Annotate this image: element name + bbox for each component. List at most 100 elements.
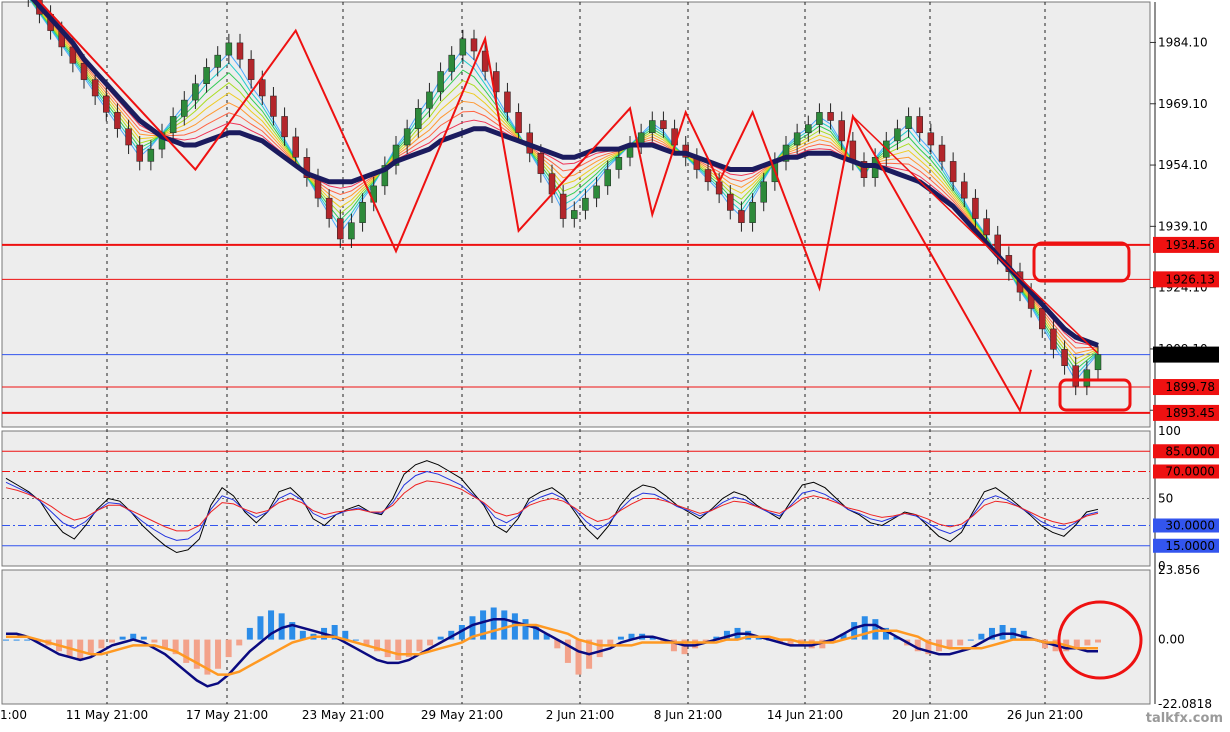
macd-histogram-bar [617, 636, 624, 640]
macd-histogram-bar [861, 616, 868, 640]
candle-body [515, 112, 522, 134]
candle-body [181, 99, 188, 117]
macd-histogram-bar [501, 610, 508, 640]
candle-body [437, 71, 444, 93]
x-tick-label: 14 Jun 21:00 [767, 708, 843, 722]
candle-body [916, 116, 923, 134]
candle-body [905, 116, 912, 129]
watermark-text: talkfx.com [1146, 711, 1223, 726]
macd-histogram-bar [872, 619, 879, 640]
macd-tick-label: -22.0818 [1158, 697, 1212, 711]
x-tick-label: 11 May 21:00 [66, 708, 148, 722]
candle-body [192, 83, 199, 101]
candle-body [1061, 349, 1068, 366]
candle-body [1050, 328, 1057, 350]
x-tick-label: 26 Jun 21:00 [1007, 708, 1083, 722]
candle-body [604, 169, 611, 187]
candle-body [504, 91, 511, 113]
osc-level-label: 15.0000 [1165, 539, 1215, 553]
candle-body [593, 185, 600, 199]
macd-histogram-bar [87, 639, 94, 655]
macd-tick-label: 0.00 [1158, 633, 1185, 647]
osc-level-label: 70.0000 [1165, 465, 1215, 479]
osc-level-label: 85.0000 [1165, 444, 1215, 458]
candle-body [114, 112, 121, 129]
macd-histogram-bar [957, 639, 964, 646]
candle-body [426, 91, 433, 109]
x-tick-label: 29 May 21:00 [421, 708, 503, 722]
price-level-label: 1926.13 [1165, 272, 1215, 286]
candle-body [938, 144, 946, 162]
candle-body [270, 95, 277, 117]
candle-body [136, 144, 143, 162]
y-tick-label: 1969.10 [1158, 97, 1208, 111]
x-tick-label: 8 Jun 21:00 [654, 708, 723, 722]
candle-body [615, 157, 623, 170]
candle-body [403, 128, 411, 146]
macd-histogram-bar [24, 639, 31, 641]
x-tick-label: 23 May 21:00 [302, 708, 384, 722]
macd-histogram-bar [119, 636, 126, 640]
candle-body [894, 128, 901, 142]
macd-histogram-bar [236, 639, 243, 646]
candle-body [325, 197, 333, 219]
x-tick-label: 1:00 [0, 708, 27, 722]
candle-body [236, 42, 244, 60]
macd-histogram-bar [3, 639, 9, 641]
macd-histogram-bar [596, 639, 603, 658]
candle-body [582, 197, 589, 211]
candle-body [80, 63, 88, 80]
candle-body [448, 54, 455, 72]
macd-histogram-bar [416, 639, 423, 652]
candle-body [727, 193, 734, 211]
candle-body [961, 181, 968, 199]
candle-body [359, 201, 366, 223]
candle-body [738, 210, 745, 223]
osc-tick-label: 100 [1158, 424, 1181, 438]
candle-body [749, 201, 756, 223]
macd-histogram-bar [1084, 639, 1091, 646]
macd-histogram-bar [522, 619, 529, 640]
candle-body [704, 169, 712, 183]
candle-body [125, 128, 132, 146]
macd-tick-label: 23.856 [1158, 563, 1200, 577]
y-tick-label: 1939.10 [1158, 219, 1208, 233]
macd-histogram-bar [246, 627, 253, 640]
candle-body [571, 210, 578, 219]
candle-body [1094, 354, 1102, 371]
macd-histogram-bar [257, 616, 264, 640]
candle-body [949, 161, 957, 183]
candle-body [760, 181, 767, 203]
macd-histogram-bar [575, 639, 582, 675]
macd-histogram-bar [395, 639, 402, 661]
macd-histogram-bar [140, 636, 147, 640]
macd-histogram-bar [437, 636, 444, 640]
candle-body [470, 38, 478, 52]
price-level-label: 1907.72 [1165, 348, 1215, 362]
price-level-label: 1893.45 [1165, 406, 1215, 420]
candle-body [660, 120, 667, 129]
candle-body [838, 120, 845, 142]
candle-body [415, 108, 422, 129]
macd-histogram-bar [999, 625, 1006, 640]
candle-body [1039, 308, 1046, 330]
candle-body [972, 197, 979, 219]
candle-body [559, 193, 567, 219]
candle-body [348, 222, 355, 240]
price-level-label: 1899.78 [1165, 380, 1215, 394]
chart-canvas: 1:00 11 May 21:00 17 May 21:00 23 May 21:00… [0, 0, 1230, 728]
candle-body [203, 67, 210, 84]
trading-chart: 1:00 11 May 21:00 17 May 21:00 23 May 21:00… [0, 0, 1230, 728]
y-tick-label: 1954.10 [1158, 158, 1208, 172]
price-level-label: 1934.56 [1165, 238, 1215, 252]
candle-body [281, 116, 288, 138]
macd-histogram-bar [967, 639, 974, 641]
macd-histogram-bar [1095, 639, 1101, 643]
candle-body [459, 38, 467, 56]
osc-tick-label: 50 [1158, 492, 1173, 506]
macd-histogram-bar [98, 639, 105, 649]
x-tick-label: 2 Jun 21:00 [546, 708, 615, 722]
macd-histogram-bar [352, 639, 359, 641]
candle-body [983, 218, 990, 236]
macd-histogram-bar [978, 633, 985, 640]
